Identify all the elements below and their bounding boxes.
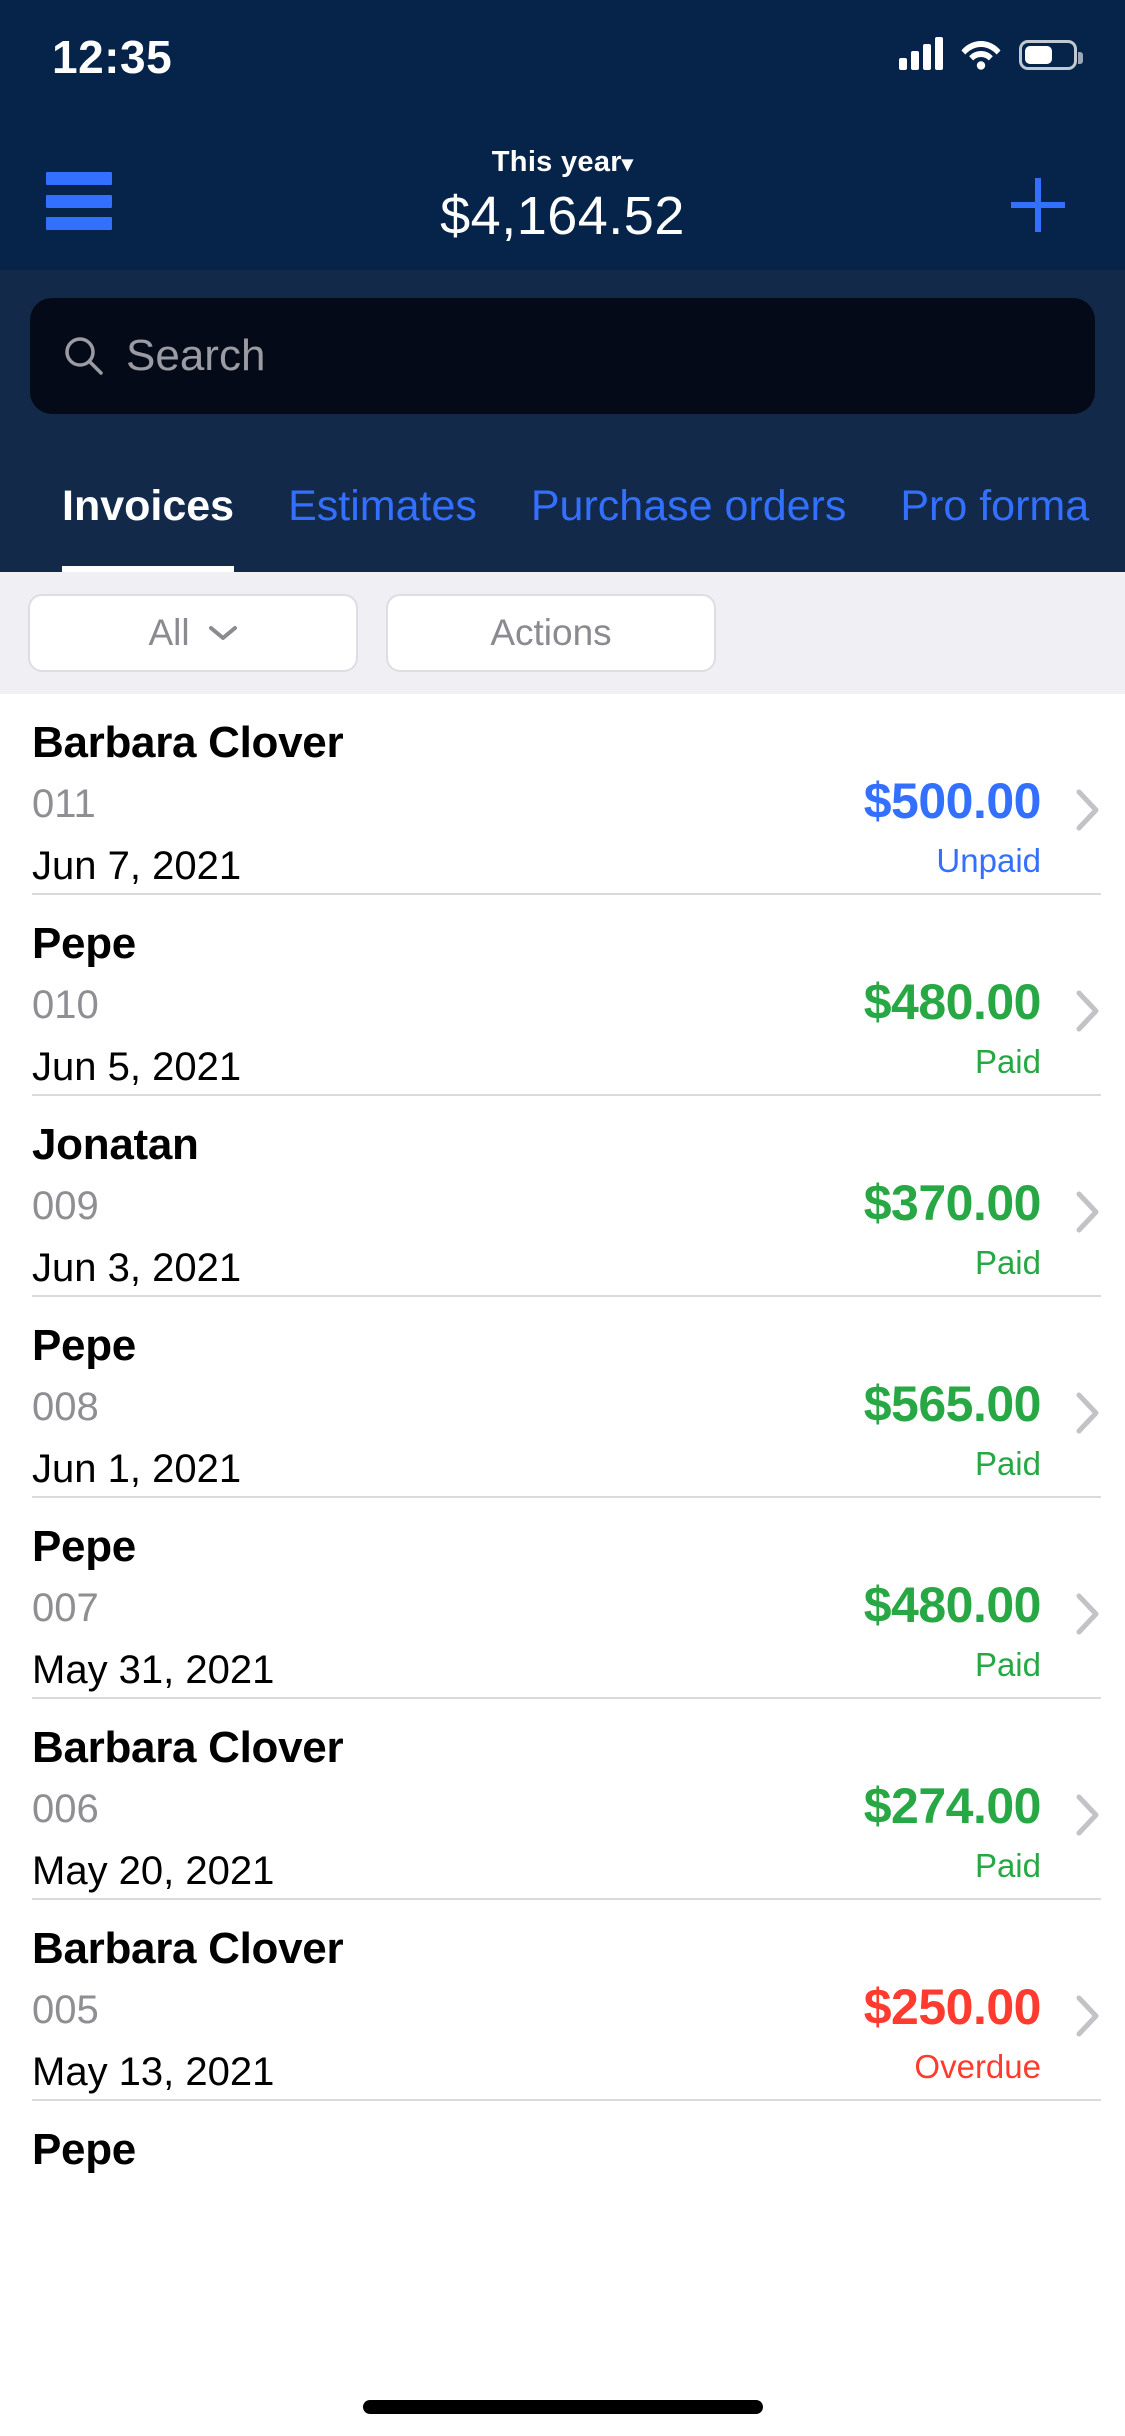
chevron-right-icon xyxy=(1076,1191,1099,1233)
invoice-date: Jun 7, 2021 xyxy=(32,844,242,888)
invoice-number: 011 xyxy=(32,782,96,826)
tab-purchase-orders[interactable]: Purchase orders xyxy=(477,440,847,572)
total-amount: $4,164.52 xyxy=(440,186,685,246)
invoice-number: 007 xyxy=(32,1586,99,1630)
invoice-number: 008 xyxy=(32,1385,99,1429)
chevron-right-icon xyxy=(1076,1593,1099,1635)
invoice-number: 010 xyxy=(32,983,99,1027)
actions-button[interactable]: Actions xyxy=(386,594,716,672)
period-selector[interactable]: This year▾ xyxy=(0,146,1125,179)
invoice-client: Barbara Clover xyxy=(32,718,344,767)
invoice-date: May 31, 2021 xyxy=(32,1648,275,1692)
table-row[interactable]: Barbara Clover 011 Jun 7, 2021 $500.00 U… xyxy=(0,694,1125,895)
invoice-list[interactable]: Barbara Clover 011 Jun 7, 2021 $500.00 U… xyxy=(0,694,1125,2436)
table-row[interactable]: Jonatan 009 Jun 3, 2021 $370.00 Paid xyxy=(0,1096,1125,1297)
wifi-icon xyxy=(961,41,1001,70)
period-label: This year xyxy=(491,146,622,178)
tab-estimates[interactable]: Estimates xyxy=(234,440,477,572)
status-badge: Paid xyxy=(974,1043,1041,1080)
invoice-amount: $500.00 xyxy=(863,773,1042,829)
filter-bar: All Actions xyxy=(0,572,1125,694)
status-bar: 12:35 xyxy=(0,0,1125,100)
invoice-client: Pepe xyxy=(32,2125,136,2174)
status-filter-label: All xyxy=(148,612,190,653)
table-row[interactable]: Pepe 007 May 31, 2021 $480.00 Paid xyxy=(0,1498,1125,1699)
chevron-down-icon xyxy=(208,626,237,640)
table-row[interactable]: Pepe 008 Jun 1, 2021 $565.00 Paid xyxy=(0,1297,1125,1498)
app-screen: 12:35 This year▾ $4,164.52 Search Invoic… xyxy=(0,0,1125,2436)
chevron-right-icon xyxy=(1076,1392,1099,1434)
invoice-amount: $565.00 xyxy=(863,1376,1042,1432)
invoice-client: Pepe xyxy=(32,1522,136,1571)
status-badge: Unpaid xyxy=(936,842,1041,879)
cellular-signal-icon xyxy=(899,36,943,70)
table-row[interactable]: Barbara Clover 005 May 13, 2021 $250.00 … xyxy=(0,1900,1125,2101)
period-total-group[interactable]: This year▾ $4,164.52 xyxy=(0,146,1125,247)
invoice-date: Jun 5, 2021 xyxy=(32,1045,242,1089)
status-bar-time: 12:35 xyxy=(52,31,173,83)
invoice-amount: $480.00 xyxy=(863,1577,1042,1633)
status-filter-button[interactable]: All xyxy=(28,594,358,672)
plus-icon[interactable] xyxy=(1011,178,1065,232)
chevron-down-icon: ▾ xyxy=(621,151,634,176)
table-row[interactable]: Pepe xyxy=(0,2101,1125,2302)
chevron-right-icon xyxy=(1076,990,1099,1032)
table-row[interactable]: Barbara Clover 006 May 20, 2021 $274.00 … xyxy=(0,1699,1125,1900)
invoice-client: Barbara Clover xyxy=(32,1723,344,1772)
invoice-client: Barbara Clover xyxy=(32,1924,344,1973)
invoice-date: Jun 1, 2021 xyxy=(32,1447,242,1491)
status-badge: Overdue xyxy=(914,2048,1041,2085)
navigation-bar: This year▾ $4,164.52 xyxy=(0,100,1125,270)
battery-icon xyxy=(1019,40,1083,70)
actions-label: Actions xyxy=(490,612,612,653)
invoice-date: Jun 3, 2021 xyxy=(32,1246,242,1290)
invoice-amount: $250.00 xyxy=(863,1979,1042,2035)
status-bar-indicators xyxy=(899,36,1083,70)
table-row[interactable]: Pepe 010 Jun 5, 2021 $480.00 Paid xyxy=(0,895,1125,1096)
app-header: 12:35 This year▾ $4,164.52 xyxy=(0,0,1125,270)
chevron-right-icon xyxy=(1076,789,1099,831)
status-badge: Paid xyxy=(974,1244,1041,1281)
invoice-number: 009 xyxy=(32,1184,99,1228)
invoice-client: Pepe xyxy=(32,1321,136,1370)
chevron-right-icon xyxy=(1076,1995,1099,2037)
status-badge: Paid xyxy=(974,1646,1041,1683)
invoice-date: May 13, 2021 xyxy=(32,2050,275,2094)
tab-bar[interactable]: Invoices Estimates Purchase orders Pro f… xyxy=(0,440,1125,572)
chevron-right-icon xyxy=(1076,1794,1099,1836)
search-bar[interactable] xyxy=(30,298,1095,414)
invoice-client: Jonatan xyxy=(32,1120,199,1169)
invoice-number: 006 xyxy=(32,1787,99,1831)
tab-invoices[interactable]: Invoices xyxy=(0,440,235,572)
invoice-number: 005 xyxy=(32,1988,99,2032)
invoice-amount: $274.00 xyxy=(863,1778,1042,1834)
invoice-amount: $370.00 xyxy=(863,1175,1042,1231)
tab-pro-forma[interactable]: Pro forma xyxy=(846,440,1089,572)
search-icon xyxy=(65,337,103,375)
home-indicator xyxy=(362,2400,763,2414)
search-input[interactable] xyxy=(126,331,1063,381)
status-badge: Paid xyxy=(974,1847,1041,1884)
invoice-date: May 20, 2021 xyxy=(32,1849,275,1893)
invoice-client: Pepe xyxy=(32,919,136,968)
invoice-amount: $480.00 xyxy=(863,974,1042,1030)
status-badge: Paid xyxy=(974,1445,1041,1482)
